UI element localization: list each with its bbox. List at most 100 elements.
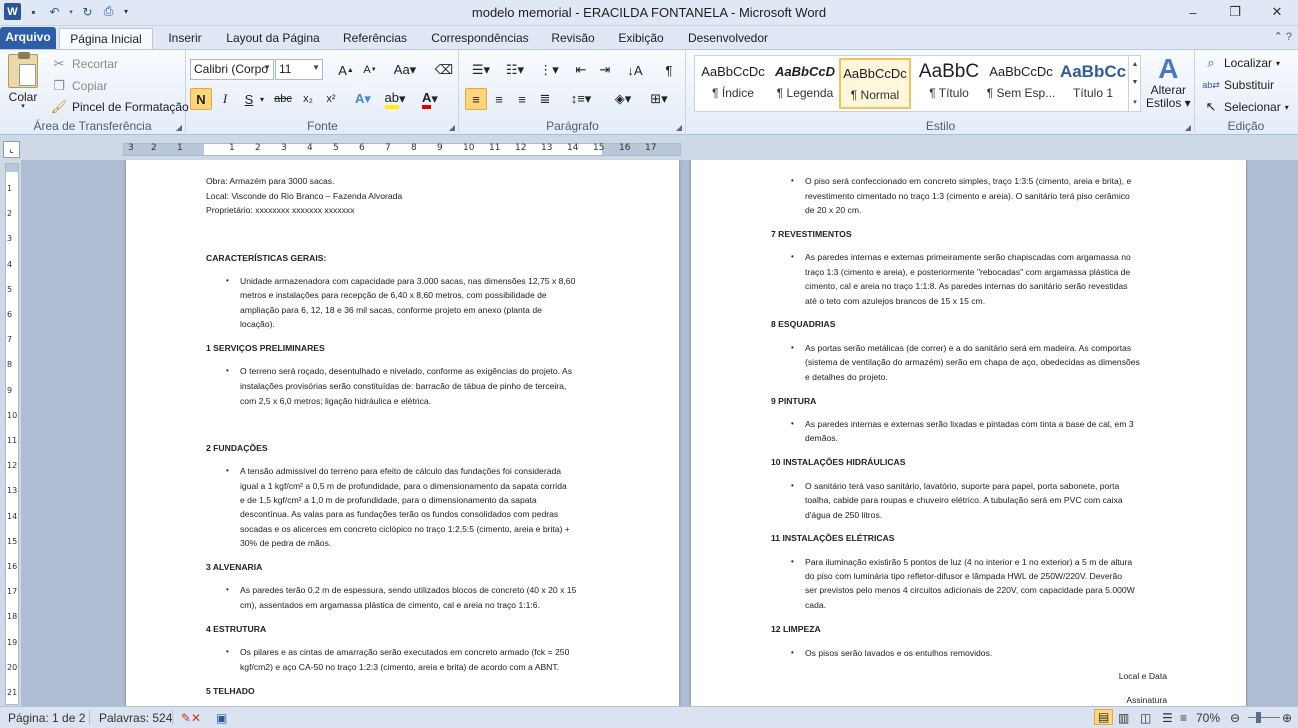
align-right-icon[interactable]: ≡	[511, 88, 533, 110]
tab-layout[interactable]: Layout da Página	[222, 28, 324, 49]
document-line: cada.	[805, 600, 827, 610]
text-effects-icon[interactable]: A▾	[352, 88, 374, 110]
section-heading: 2 FUNDAÇÕES	[206, 443, 268, 453]
minimize-button[interactable]: –	[1172, 0, 1214, 24]
full-screen-reading-icon[interactable]: ▥	[1118, 711, 1129, 725]
document-line: O piso será confeccionado em concreto si…	[805, 176, 1132, 186]
copy-button[interactable]: ❐ Copiar	[50, 77, 107, 95]
increase-indent-icon[interactable]: ⇥	[594, 59, 616, 81]
bold-icon[interactable]: N	[190, 88, 212, 110]
close-button[interactable]: ✕	[1256, 0, 1298, 24]
style-normal[interactable]: AaBbCcDc ¶ Normal	[839, 58, 911, 109]
page-count[interactable]: Página: 1 de 2	[8, 711, 85, 725]
style-indice[interactable]: AaBbCcDc ¶ Índice	[697, 58, 769, 109]
ribbon-minimize-icon[interactable]: ⌃ ?	[1274, 30, 1292, 43]
tab-referencias[interactable]: Referências	[336, 28, 414, 49]
shading-icon[interactable]: ◈▾	[608, 88, 638, 110]
borders-icon[interactable]: ⊞▾	[644, 88, 674, 110]
tab-desenvolvedor[interactable]: Desenvolvedor	[682, 28, 774, 49]
bullet-icon: •	[791, 343, 794, 352]
proofing-icon[interactable]: ✎✕	[181, 711, 201, 725]
ruler-number: 3	[7, 234, 13, 244]
tab-revisao[interactable]: Revisão	[546, 28, 600, 49]
document-line: Obra: Armazém para 3000 sacas.	[206, 176, 335, 186]
document-page-2[interactable]: O piso será confeccionado em concreto si…	[691, 160, 1246, 706]
web-layout-icon[interactable]: ◫	[1140, 711, 1151, 725]
strikethrough-icon[interactable]: abc	[272, 88, 294, 110]
outline-icon[interactable]: ☰	[1162, 711, 1173, 725]
format-painter-button[interactable]: 🖌 Pincel de Formatação	[50, 98, 189, 116]
highlight-icon[interactable]: ab ▾	[381, 88, 409, 110]
italic-icon[interactable]: I	[214, 88, 236, 110]
grow-font-icon[interactable]: A ▲	[335, 59, 357, 81]
cut-button[interactable]: ✂ Recortar	[50, 55, 118, 73]
multilevel-list-icon[interactable]: ⋮▾	[534, 59, 564, 81]
show-paragraph-marks-icon[interactable]: ¶	[658, 59, 680, 81]
decrease-indent-icon[interactable]: ⇤	[570, 59, 592, 81]
more-styles-icon[interactable]: ▾	[1133, 98, 1137, 106]
align-center-icon[interactable]: ≡	[488, 88, 510, 110]
tab-correspondencias[interactable]: Correspondências	[426, 28, 534, 49]
align-left-icon[interactable]: ≡	[465, 88, 487, 110]
subscript-icon[interactable]: x₂	[297, 88, 319, 110]
shrink-font-icon[interactable]: A ▼	[359, 59, 381, 81]
bullet-icon: •	[791, 419, 794, 428]
zoom-out-icon[interactable]: ⊖	[1230, 711, 1240, 725]
maximize-button[interactable]: ❐	[1214, 0, 1256, 24]
tab-selector[interactable]: ⌞	[3, 141, 20, 158]
change-case-icon[interactable]: Aa▾	[391, 59, 419, 81]
style-legenda[interactable]: AaBbCcD ¶ Legenda	[769, 58, 841, 109]
replace-button[interactable]: ab⇄ Substituir	[1202, 76, 1274, 94]
ruler-number: 14	[7, 511, 18, 521]
document-area[interactable]: Obra: Armazém para 3000 sacas. Local: Vis…	[21, 160, 1298, 706]
styles-gallery-scroll[interactable]: ▲ ▼ ▾	[1128, 55, 1141, 112]
ruler-number: 3	[281, 143, 287, 153]
style-titulo-1[interactable]: AaBbCc Título 1	[1057, 58, 1129, 109]
underline-dropdown-icon[interactable]: ▾	[257, 88, 267, 110]
scroll-up-icon[interactable]: ▲	[1132, 61, 1139, 68]
numbering-icon[interactable]: ☷▾	[500, 59, 530, 81]
line-spacing-icon[interactable]: ↕≡▾	[566, 88, 596, 110]
style-titulo[interactable]: AaBbC ¶ Título	[913, 58, 985, 109]
word-count[interactable]: Palavras: 524	[99, 711, 172, 725]
draft-icon[interactable]: ≡	[1180, 711, 1187, 725]
ruler-right-margin	[602, 144, 680, 155]
change-styles-button[interactable]: A Alterar Estilos ▾	[1146, 54, 1191, 110]
paragraph-group-label: Parágrafo	[546, 119, 599, 133]
sort-icon[interactable]: ↓A	[624, 59, 646, 81]
font-family-select[interactable]: Calibri (Corpo ▼	[190, 59, 274, 80]
font-launcher-icon[interactable]: ◢	[449, 123, 455, 132]
font-color-icon[interactable]: A ▾	[417, 88, 443, 110]
binoculars-icon: ⌕	[1207, 55, 1215, 70]
ruler-number: 11	[489, 143, 501, 153]
find-button[interactable]: ⌕ Localizar ▾	[1202, 54, 1280, 72]
zoom-level[interactable]: 70%	[1196, 711, 1220, 725]
tab-exibicao[interactable]: Exibição	[612, 28, 670, 49]
tab-pagina-inicial[interactable]: Página Inicial	[59, 28, 153, 49]
macro-record-icon[interactable]: ▣	[216, 711, 227, 725]
print-layout-icon[interactable]: ▤	[1094, 709, 1114, 725]
style-sem-espaco[interactable]: AaBbCcDc ¶ Sem Esp...	[985, 58, 1057, 109]
tab-inserir[interactable]: Inserir	[160, 28, 210, 49]
paragraph-launcher-icon[interactable]: ◢	[676, 123, 682, 132]
superscript-icon[interactable]: x²	[320, 88, 342, 110]
zoom-slider[interactable]	[1248, 717, 1280, 718]
justify-icon[interactable]: ≣	[534, 88, 556, 110]
font-size-select[interactable]: 11 ▼	[275, 59, 323, 80]
tab-arquivo[interactable]: Arquivo	[0, 27, 56, 49]
select-button[interactable]: ↖ Selecionar ▾	[1202, 98, 1289, 116]
scroll-down-icon[interactable]: ▼	[1132, 79, 1139, 86]
horizontal-ruler[interactable]: 3 2 1 1 2 3 4 5 6 7 8 9 10 11 12 13 14 15 16 17	[123, 143, 681, 156]
bullet-icon: •	[226, 585, 229, 594]
document-page-1[interactable]: Obra: Armazém para 3000 sacas. Local: Vis…	[126, 160, 679, 706]
clear-formatting-icon[interactable]: ⌫	[433, 59, 455, 81]
bullets-icon[interactable]: ☰▾	[466, 59, 496, 81]
zoom-in-icon[interactable]: ⊕	[1282, 711, 1292, 725]
vertical-ruler[interactable]: 1 2 3 4 5 6 7 8 9 10 11 12 13 14 15 16 17 18 19 20 21	[5, 163, 19, 705]
document-line: cimento, cal e areia no traço 1:1:8. As …	[805, 281, 1128, 291]
styles-launcher-icon[interactable]: ◢	[1185, 123, 1191, 132]
paste-button[interactable]: Colar ▾	[8, 52, 38, 110]
bullet-icon: •	[791, 176, 794, 185]
zoom-slider-thumb[interactable]	[1256, 712, 1261, 723]
clipboard-launcher-icon[interactable]: ◢	[176, 123, 182, 132]
